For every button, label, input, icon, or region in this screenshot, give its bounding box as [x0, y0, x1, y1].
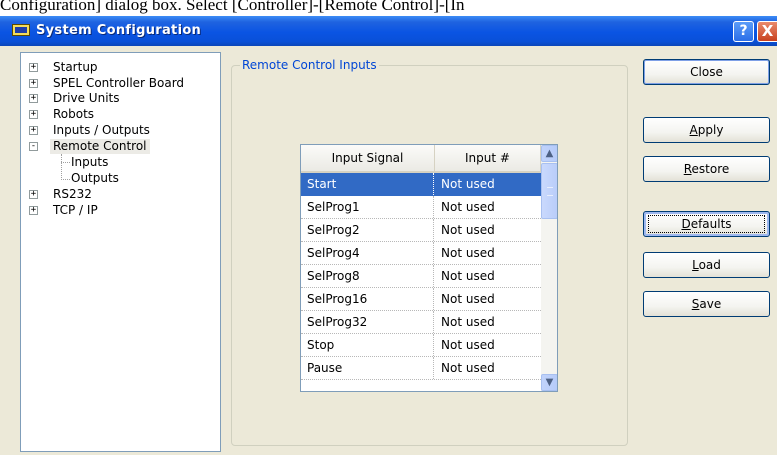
scroll-down-icon[interactable]: ▼	[541, 374, 557, 391]
configuration-tree[interactable]: + Startup + SPEL Controller Board + Driv…	[20, 52, 221, 452]
tree-item-label: Robots	[53, 107, 95, 121]
column-header-input-signal[interactable]: Input Signal	[301, 145, 435, 171]
input-number-cell[interactable]: Not used	[435, 265, 541, 287]
save-button[interactable]: Save	[643, 291, 770, 317]
input-number-cell[interactable]: Not used	[435, 334, 541, 356]
input-signal-cell[interactable]: Pause	[301, 357, 434, 379]
title-bar[interactable]: System Configuration ? X	[0, 16, 777, 46]
input-signal-cell[interactable]: SelProg32	[301, 311, 434, 333]
tree-item-label: Inputs	[71, 155, 109, 169]
input-signal-cell[interactable]: SelProg1	[301, 196, 434, 218]
table-row[interactable]: SelProg32 Not used	[301, 311, 541, 334]
tree-item-label: Remote Control	[50, 139, 150, 154]
table-row[interactable]: SelProg2 Not used	[301, 219, 541, 242]
collapse-icon[interactable]: -	[29, 142, 38, 151]
table-row[interactable]: SelProg1 Not used	[301, 196, 541, 219]
input-number-cell[interactable]: Not used	[435, 219, 541, 241]
close-window-icon[interactable]: X	[757, 21, 777, 42]
table-row[interactable]: Stop Not used	[301, 334, 541, 357]
focus-ring	[648, 215, 765, 233]
expand-icon[interactable]: +	[29, 110, 38, 119]
table-row[interactable]: SelProg4 Not used	[301, 242, 541, 265]
input-number-cell[interactable]: Not used	[435, 288, 541, 310]
tree-item-outputs[interactable]: Outputs	[21, 171, 220, 186]
expand-icon[interactable]: +	[29, 190, 38, 199]
tree-item-rs232[interactable]: + RS232	[21, 187, 220, 202]
window-title: System Configuration	[36, 23, 202, 38]
input-number-cell[interactable]: Not used	[435, 357, 541, 379]
input-number-cell[interactable]: Not used	[435, 196, 541, 218]
apply-label: pply	[697, 123, 724, 137]
input-number-cell[interactable]: Not used	[435, 311, 541, 333]
tree-item-inputs-outputs[interactable]: + Inputs / Outputs	[21, 123, 220, 138]
table-row[interactable]: Pause Not used	[301, 357, 541, 380]
group-title: Remote Control Inputs	[240, 57, 379, 73]
expand-icon[interactable]: +	[29, 94, 38, 103]
tree-item-label: Outputs	[71, 171, 119, 185]
window-app-icon	[12, 24, 30, 36]
scrollbar-thumb[interactable]	[541, 163, 557, 219]
input-number-cell[interactable]: Not used	[435, 173, 541, 195]
system-configuration-dialog: System Configuration ? X + Startup + SPE…	[0, 16, 777, 455]
load-label: oad	[698, 258, 721, 272]
tree-item-label: Drive Units	[53, 91, 120, 105]
restore-label: estore	[691, 162, 730, 176]
tree-item-tcp-ip[interactable]: + TCP / IP	[21, 203, 220, 218]
tree-item-label: SPEL Controller Board	[53, 76, 185, 90]
document-caption-text: Configuration] dialog box. Select [Contr…	[0, 0, 465, 14]
tree-item-label: RS232	[53, 187, 92, 201]
tree-item-robots[interactable]: + Robots	[21, 107, 220, 122]
mnemonic-r: R	[683, 162, 692, 176]
table-row[interactable]: SelProg16 Not used	[301, 288, 541, 311]
tree-item-startup[interactable]: + Startup	[21, 60, 220, 75]
apply-button[interactable]: Apply	[643, 117, 770, 143]
tree-item-remote-control[interactable]: - Remote Control	[21, 139, 220, 154]
restore-button[interactable]: Restore	[643, 156, 770, 182]
expand-icon[interactable]: +	[29, 79, 38, 88]
grid-vertical-scrollbar[interactable]: ▲ ▼	[541, 145, 557, 391]
tree-item-spel-controller-board[interactable]: + SPEL Controller Board	[21, 76, 220, 91]
mnemonic-a: A	[689, 123, 698, 137]
expand-icon[interactable]: +	[29, 126, 38, 135]
scroll-up-icon[interactable]: ▲	[541, 145, 557, 162]
grid-header: Input Signal Input #	[301, 145, 541, 173]
expand-icon[interactable]: +	[29, 63, 38, 72]
input-signal-cell[interactable]: SelProg2	[301, 219, 434, 241]
input-signal-cell[interactable]: Start	[301, 173, 434, 195]
defaults-button[interactable]: Defaults	[643, 211, 770, 237]
tree-item-label: TCP / IP	[53, 203, 98, 217]
remote-inputs-grid[interactable]: Input Signal Input # Start Not used SelP…	[300, 144, 558, 392]
input-number-cell[interactable]: Not used	[435, 242, 541, 264]
tree-item-inputs[interactable]: Inputs	[21, 155, 220, 170]
close-button[interactable]: Close	[643, 59, 770, 85]
column-header-input-number[interactable]: Input #	[435, 145, 541, 171]
help-button[interactable]: ?	[733, 21, 754, 42]
table-row[interactable]: Start Not used	[301, 173, 541, 196]
tree-item-label: Startup	[53, 60, 98, 74]
input-signal-cell[interactable]: SelProg4	[301, 242, 434, 264]
save-label: ave	[699, 297, 722, 311]
tree-item-label: Inputs / Outputs	[53, 123, 150, 137]
input-signal-cell[interactable]: Stop	[301, 334, 434, 356]
table-row[interactable]: SelProg8 Not used	[301, 265, 541, 288]
load-button[interactable]: Load	[643, 252, 770, 278]
input-signal-cell[interactable]: SelProg8	[301, 265, 434, 287]
expand-icon[interactable]: +	[29, 206, 38, 215]
input-signal-cell[interactable]: SelProg16	[301, 288, 434, 310]
tree-item-drive-units[interactable]: + Drive Units	[21, 91, 220, 106]
